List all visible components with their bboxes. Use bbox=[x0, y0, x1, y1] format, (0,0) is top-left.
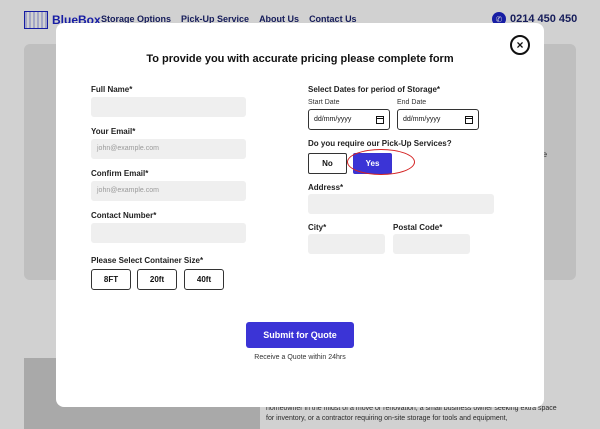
modal-title: To provide you with accurate pricing ple… bbox=[146, 53, 454, 65]
city-input[interactable] bbox=[308, 234, 385, 254]
size-20ft-button[interactable]: 20ft bbox=[137, 269, 177, 290]
start-date-input[interactable]: dd/mm/yyyy bbox=[308, 109, 390, 130]
end-date-label: End Date bbox=[397, 99, 427, 106]
pickup-label: Do you require our Pick-Up Services? bbox=[308, 139, 452, 148]
calendar-icon[interactable] bbox=[465, 115, 473, 124]
address-input[interactable] bbox=[308, 194, 494, 214]
full-name-label: Full Name* bbox=[91, 85, 133, 94]
postal-code-input[interactable] bbox=[393, 234, 470, 254]
confirm-email-input[interactable]: john@example.com bbox=[91, 181, 246, 201]
container-size-label: Please Select Container Size* bbox=[91, 256, 204, 265]
city-label: City* bbox=[308, 223, 327, 232]
end-date-value: dd/mm/yyyy bbox=[403, 116, 441, 123]
email-input[interactable]: john@example.com bbox=[91, 139, 246, 159]
contact-number-label: Contact Number* bbox=[91, 211, 157, 220]
submit-note: Receive a Quote within 24hrs bbox=[254, 354, 346, 361]
postal-code-label: Postal Code* bbox=[393, 223, 443, 232]
pickup-no-button[interactable]: No bbox=[308, 153, 347, 174]
size-8ft-button[interactable]: 8FT bbox=[91, 269, 131, 290]
full-name-input[interactable] bbox=[91, 97, 246, 117]
email-label: Your Email* bbox=[91, 127, 136, 136]
dates-label: Select Dates for period of Storage* bbox=[308, 85, 441, 94]
end-date-input[interactable]: dd/mm/yyyy bbox=[397, 109, 479, 130]
close-icon[interactable]: × bbox=[510, 35, 530, 55]
submit-quote-button[interactable]: Submit for Quote bbox=[246, 322, 354, 348]
address-label: Address* bbox=[308, 183, 344, 192]
quote-modal: × To provide you with accurate pricing p… bbox=[56, 23, 544, 407]
confirm-email-label: Confirm Email* bbox=[91, 169, 149, 178]
start-date-label: Start Date bbox=[308, 99, 340, 106]
calendar-icon[interactable] bbox=[376, 115, 384, 124]
size-40ft-button[interactable]: 40ft bbox=[184, 269, 224, 290]
contact-number-input[interactable] bbox=[91, 223, 246, 243]
start-date-value: dd/mm/yyyy bbox=[314, 116, 352, 123]
annotation-circle bbox=[347, 149, 415, 175]
